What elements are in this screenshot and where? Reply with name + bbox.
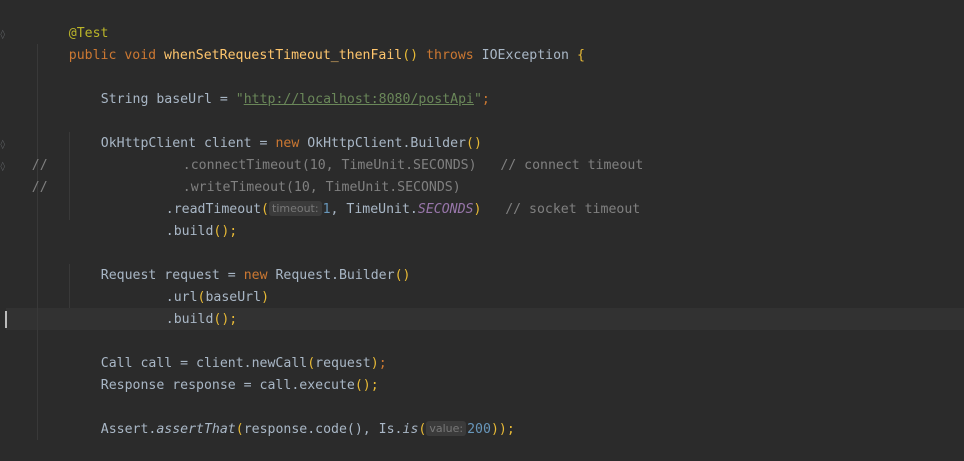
static-method-token: assertThat bbox=[156, 422, 236, 437]
brace-token: { bbox=[569, 48, 585, 63]
static-method-token: is bbox=[402, 422, 419, 437]
code-line-commented-write[interactable]: //.writeTimeout(10, TimeUnit.SECONDS) bbox=[0, 155, 461, 195]
string-quote: " bbox=[473, 92, 482, 107]
code-editor[interactable]: ◊ ◊ ◊ @Test public void whenSetRequestTi… bbox=[0, 0, 964, 461]
paren-token: (); bbox=[354, 378, 379, 393]
fold-marker-icon[interactable]: ◊ bbox=[0, 29, 6, 41]
code-line-build[interactable]: .build(); bbox=[134, 287, 237, 327]
paren-token: (); bbox=[213, 224, 238, 239]
comment-token: // socket timeout bbox=[481, 202, 641, 217]
code-line-method-signature[interactable]: public void whenSetRequestTimeout_thenFa… bbox=[37, 23, 585, 63]
code-line-build[interactable]: .build(); bbox=[134, 199, 237, 239]
throws-keyword: throws bbox=[418, 48, 482, 63]
paren-token: ( bbox=[261, 202, 269, 217]
method-name-token: whenSetRequestTimeout_thenFail bbox=[164, 48, 403, 63]
paren-token: (); bbox=[213, 312, 238, 327]
code-line-url[interactable]: .url(baseUrl) bbox=[134, 265, 269, 305]
constant-token: SECONDS bbox=[417, 202, 474, 217]
code-line-read-timeout[interactable]: .readTimeout(timeout: 1, TimeUnit.SECONDS… bbox=[134, 177, 640, 217]
timeunit-token: , TimeUnit. bbox=[330, 202, 418, 217]
code-line-request[interactable]: Request request = new Request.Builder() bbox=[69, 243, 411, 283]
parameter-hint: timeout: bbox=[269, 201, 322, 216]
number-token: 200 bbox=[467, 422, 491, 437]
method-call-token: .build bbox=[165, 312, 214, 327]
string-quote: " bbox=[235, 92, 244, 107]
code-line-response[interactable]: Response response = call.execute(); bbox=[69, 353, 379, 393]
declaration-token: Response response = call.execute bbox=[100, 378, 355, 393]
paren-token: )); bbox=[490, 422, 515, 437]
paren-token: () bbox=[394, 268, 411, 283]
method-call-token: .build bbox=[165, 224, 214, 239]
exception-type-token: IOException bbox=[481, 48, 569, 63]
paren-token: ( bbox=[235, 422, 244, 437]
url-link[interactable]: http://localhost:8080/postApi bbox=[244, 92, 474, 107]
paren-token: () bbox=[402, 48, 419, 63]
indent-guide bbox=[37, 44, 38, 440]
argument-token: response.code(), Is. bbox=[243, 422, 403, 437]
semicolon-token: ; bbox=[378, 356, 387, 371]
modifier-token: public void bbox=[68, 48, 165, 63]
code-line-annotation[interactable]: @Test bbox=[37, 1, 109, 41]
parameter-hint: value: bbox=[426, 421, 467, 436]
declaration-token: String baseUrl = bbox=[100, 92, 236, 107]
code-line-call[interactable]: Call call = client.newCall(request); bbox=[69, 331, 387, 371]
code-line-client[interactable]: OkHttpClient client = new OkHttpClient.B… bbox=[69, 111, 482, 151]
code-line-commented-connect[interactable]: //.connectTimeout(10, TimeUnit.SECONDS) … bbox=[0, 133, 644, 173]
code-line-close-brace[interactable]: } bbox=[37, 440, 77, 461]
builder-token: Request.Builder bbox=[267, 268, 395, 283]
editor-gutter bbox=[0, 0, 6, 461]
code-line-assert[interactable]: Assert.assertThat(response.code(), Is.is… bbox=[69, 397, 515, 437]
paren-token: ) bbox=[261, 290, 270, 305]
class-token: Assert. bbox=[100, 422, 157, 437]
number-token: 1 bbox=[322, 202, 331, 217]
paren-token: ( bbox=[418, 422, 427, 437]
code-line-baseurl[interactable]: String baseUrl = "http://localhost:8080/… bbox=[69, 67, 490, 107]
text-caret bbox=[5, 311, 7, 328]
semicolon-token: ; bbox=[481, 92, 490, 107]
